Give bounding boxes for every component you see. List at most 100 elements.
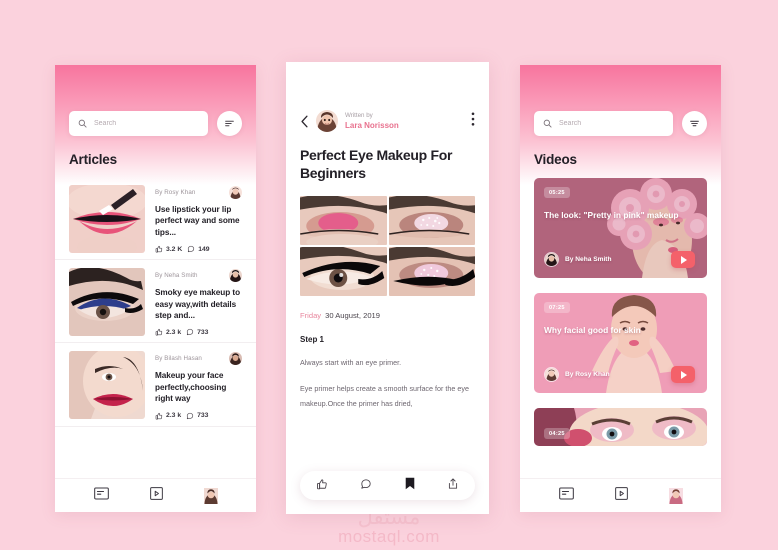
search-box[interactable] — [534, 111, 673, 136]
like-button[interactable] — [316, 477, 328, 495]
article-title: Makeup your face perfectly,choosing righ… — [155, 371, 227, 404]
detail-header: Written by Lara Norisson — [286, 110, 489, 132]
comment-bubble-icon — [361, 478, 372, 489]
comment-stat[interactable]: 733 — [186, 328, 208, 336]
video-duration: 04:25 — [544, 428, 570, 439]
author-avatar — [229, 186, 242, 199]
profile-avatar — [668, 487, 683, 504]
bookmark-filled-icon — [405, 477, 414, 489]
lara-norisson-avatar — [316, 110, 338, 132]
sidebar-item-videos[interactable] — [614, 486, 628, 505]
like-stat[interactable]: 2.3 k — [155, 328, 181, 336]
play-button[interactable] — [671, 251, 695, 268]
page-title: Perfect Eye Makeup For Beginners — [300, 147, 453, 181]
article-stats: 3.2 K 149 — [155, 245, 242, 253]
comment-count: 733 — [197, 412, 209, 420]
article-meta: By Rosy Khan Use lipstick your lip perfe… — [155, 185, 242, 253]
gallery-image[interactable] — [300, 247, 387, 296]
date-rest: 30 August, 2019 — [325, 311, 381, 320]
funnel-filter-button[interactable] — [682, 111, 707, 136]
gallery-image[interactable] — [388, 196, 475, 245]
more-vertical-icon — [471, 111, 475, 126]
author-avatar — [229, 352, 242, 366]
gallery-image[interactable] — [300, 196, 387, 245]
thumbs-up-icon — [155, 412, 163, 420]
video-title: Why facial good for skin — [544, 325, 641, 335]
like-count: 2.3 k — [166, 328, 182, 336]
share-button[interactable] — [447, 477, 459, 495]
video-duration: 07:25 — [544, 302, 570, 313]
blue-smoky-eye-photo — [69, 268, 145, 337]
like-count: 3.2 K — [166, 245, 183, 253]
sidebar-item-videos[interactable] — [149, 486, 163, 505]
author-avatar — [544, 252, 559, 267]
sidebar-item-articles[interactable] — [93, 487, 109, 505]
author-avatar[interactable] — [316, 110, 338, 132]
article-meta: By Neha Smith Smoky eye makeup to easy w… — [155, 268, 242, 336]
article-action-bar — [300, 471, 475, 500]
search-row-articles — [55, 111, 256, 136]
sidebar-item-articles[interactable] — [558, 487, 574, 505]
body-paragraph: Always start with an eye primer. — [300, 358, 402, 367]
search-box[interactable] — [69, 111, 208, 136]
article-thumbnail — [69, 351, 145, 420]
list-item[interactable]: By Bilash Hasan Makeup your face perfect… — [55, 343, 256, 427]
sidebar-item-profile[interactable] — [668, 487, 683, 504]
gallery-image[interactable] — [388, 247, 475, 296]
page-title-videos: Videos — [534, 152, 577, 167]
like-stat[interactable]: 2.3 k — [155, 412, 181, 420]
search-input[interactable] — [94, 120, 199, 127]
like-stat[interactable]: 3.2 K — [155, 245, 182, 253]
article-list: By Rosy Khan Use lipstick your lip perfe… — [55, 177, 256, 427]
video-duration: 05:25 — [544, 187, 570, 198]
thumbs-up-icon — [155, 329, 163, 336]
article-title: Use lipstick your lip perfect way and so… — [155, 205, 240, 237]
video-author: By Neha Smith — [565, 256, 612, 263]
rosy-khan-avatar — [545, 368, 558, 381]
play-button[interactable] — [671, 366, 695, 383]
chevron-left-icon[interactable] — [300, 115, 309, 128]
video-author: By Rosy Khan — [565, 371, 610, 378]
article-byline: By Neha Smith — [155, 272, 198, 280]
comment-bubble-icon — [187, 412, 194, 419]
comment-stat[interactable]: 149 — [187, 245, 210, 253]
list-item[interactable]: By Neha Smith Smoky eye makeup to easy w… — [55, 260, 256, 344]
comment-button[interactable] — [360, 477, 372, 495]
play-square-icon — [149, 486, 163, 500]
list-item[interactable]: 04:25 — [534, 408, 707, 446]
comment-stat[interactable]: 733 — [186, 412, 208, 420]
phone-screen-article-detail: Written by Lara Norisson Perfect Eye Mak… — [286, 62, 489, 514]
comment-bubble-icon — [188, 246, 195, 253]
play-square-icon — [614, 486, 628, 500]
thumbs-up-icon — [155, 246, 163, 253]
funnel-filter-icon — [690, 120, 699, 127]
bookmark-button[interactable] — [405, 477, 415, 495]
play-button-icon — [681, 370, 687, 379]
author-name: Lara Norisson — [345, 121, 399, 131]
video-list: 05:25 The look: "Pretty in pink" makeup … — [520, 178, 721, 446]
search-input[interactable] — [559, 120, 664, 127]
list-item[interactable]: 07:25 Why facial good for skin By Rosy K… — [534, 293, 707, 393]
list-item[interactable]: 05:25 The look: "Pretty in pink" makeup … — [534, 178, 707, 278]
article-meta: By Bilash Hasan Makeup your face perfect… — [155, 351, 242, 420]
video-author-row: By Neha Smith — [544, 252, 612, 267]
sort-filter-icon — [225, 120, 234, 127]
neha-smith-avatar — [229, 269, 242, 283]
list-item[interactable]: By Rosy Khan Use lipstick your lip perfe… — [55, 177, 256, 261]
article-byline: By Bilash Hasan — [155, 355, 202, 363]
comment-bubble-icon — [187, 329, 194, 336]
article-thumbnail — [69, 185, 145, 253]
sidebar-item-profile[interactable] — [203, 487, 218, 504]
publish-date: Friday 30 August, 2019 — [286, 311, 489, 320]
sort-filter-button[interactable] — [217, 111, 242, 136]
share-upload-icon — [448, 477, 457, 489]
lipstick-application-photo — [69, 185, 145, 253]
watermark-latin: mostaql.com — [338, 527, 440, 546]
glitter-eyeshadow-closed-eye — [388, 196, 475, 245]
author-block: Written by Lara Norisson — [345, 112, 399, 131]
body-paragraph: Eye primer helps create a smooth surface… — [300, 384, 469, 408]
article-title: Smoky eye makeup to easy way,with detail… — [155, 288, 241, 321]
page-title-articles: Articles — [69, 152, 117, 167]
bilash-hasan-avatar — [229, 352, 242, 366]
more-options-button[interactable] — [471, 111, 475, 131]
